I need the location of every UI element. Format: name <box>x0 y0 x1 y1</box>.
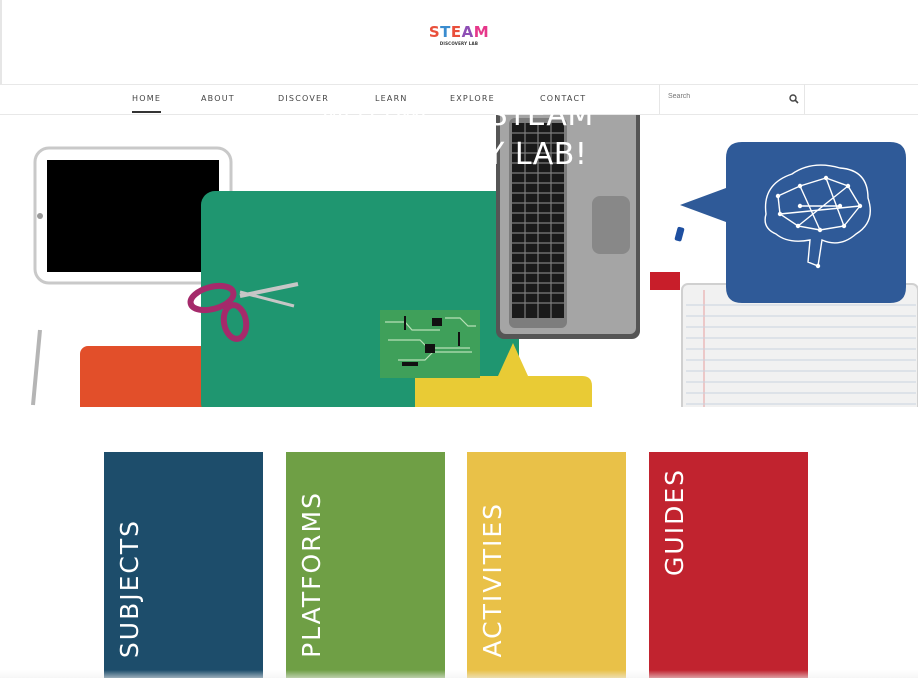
tile-activities-label: ACTIVITIES <box>478 502 507 658</box>
hero-banner <box>0 115 918 407</box>
nav-discover[interactable]: DISCOVER <box>278 94 329 103</box>
search-box <box>659 84 805 114</box>
tile-platforms[interactable]: PLATFORMS <box>286 452 445 678</box>
laptop-illustration <box>496 115 640 339</box>
tile-activities[interactable]: ACTIVITIES <box>467 452 626 678</box>
logo-letter-t: T <box>440 23 451 41</box>
magnifier-icon[interactable] <box>789 94 799 104</box>
brain-speech-bubble-illustration <box>680 142 906 303</box>
nav-about[interactable]: ABOUT <box>201 94 235 103</box>
tile-guides[interactable]: GUIDES <box>649 452 808 678</box>
tile-guides-label: GUIDES <box>660 468 689 576</box>
circuit-board-illustration <box>380 310 480 378</box>
nav-learn[interactable]: LEARN <box>375 94 408 103</box>
tile-platforms-label: PLATFORMS <box>297 491 326 658</box>
nav-home[interactable]: HOME <box>132 94 162 113</box>
logo-wordmark: STEAM <box>419 24 499 40</box>
pencil-illustration <box>31 329 42 406</box>
hero-illustration <box>31 115 918 407</box>
logo-subtitle: DISCOVERY LAB <box>439 41 479 46</box>
search-input[interactable] <box>668 93 778 100</box>
left-border <box>0 0 2 84</box>
logo-letter-s: S <box>428 23 441 41</box>
nav-explore[interactable]: EXPLORE <box>450 94 495 103</box>
site-header: STEAM DISCOVERY LAB <box>0 0 918 84</box>
nav-contact[interactable]: CONTACT <box>540 94 586 103</box>
bottom-fade <box>0 670 918 678</box>
blue-pin-illustration <box>674 226 685 242</box>
tile-subjects-label: SUBJECTS <box>115 518 144 658</box>
site-logo[interactable]: STEAM DISCOVERY LAB <box>419 24 499 47</box>
tile-subjects[interactable]: SUBJECTS <box>104 452 263 678</box>
logo-letter-a: A <box>461 23 474 41</box>
logo-letter-m: M <box>473 23 490 41</box>
red-block-illustration <box>650 272 680 290</box>
logo-letter-e: E <box>450 23 462 41</box>
